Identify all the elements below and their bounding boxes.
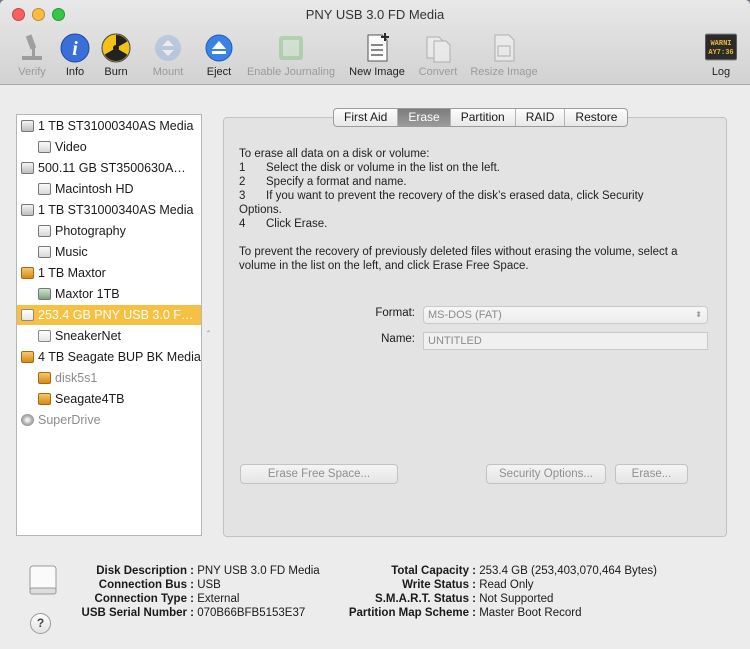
svg-text:AY7:36: AY7:36 <box>708 49 733 57</box>
svg-text:i: i <box>72 38 78 60</box>
volume-icon <box>38 225 51 237</box>
format-label: Format: <box>375 307 415 319</box>
eject-icon <box>203 32 235 64</box>
erase-button[interactable]: Erase... <box>615 464 688 484</box>
sidebar-item-volume[interactable]: Macintosh HD <box>17 179 201 199</box>
usb-drive-icon <box>28 562 58 598</box>
convert-button[interactable]: Convert <box>406 32 470 78</box>
info-row: Total Capacity : 253.4 GB (253,403,070,4… <box>391 565 657 577</box>
erase-step: 4 Click Erase. <box>239 218 328 230</box>
disk-utility-window: PNY USB 3.0 FD Media Verify i Info Burn … <box>0 0 750 649</box>
external-disk-icon <box>21 351 34 363</box>
info-row: Connection Bus : USB <box>98 579 221 591</box>
erase-step: 3 If you want to prevent the recovery of … <box>239 190 644 202</box>
info-row: Write Status : Read Only <box>402 579 534 591</box>
info-row: Disk Description : PNY USB 3.0 FD Media <box>96 565 320 577</box>
sidebar-item-disk[interactable]: 500.11 GB ST3500630A… <box>17 158 201 178</box>
erase-step: 2 Specify a format and name. <box>239 176 407 188</box>
mount-icon <box>152 32 184 64</box>
network-volume-icon <box>38 288 51 300</box>
help-button[interactable]: ? <box>30 613 51 634</box>
usb-volume-icon <box>38 330 51 342</box>
sidebar-item-volume[interactable]: Seagate4TB <box>17 389 201 409</box>
sidebar-item-volume[interactable]: Maxtor 1TB <box>17 284 201 304</box>
enable-journaling-button[interactable]: Enable Journaling <box>247 32 335 78</box>
log-button[interactable]: WARNI AY7:36 Log <box>689 32 750 78</box>
hard-disk-icon <box>21 120 34 132</box>
tab-partition[interactable]: Partition <box>451 109 516 126</box>
info-row: USB Serial Number : 070B66BFB5153E37 <box>81 607 306 619</box>
sidebar-item-volume[interactable]: Video <box>17 137 201 157</box>
sidebar-item-disk[interactable]: 1 TB ST31000340AS Media <box>17 116 201 136</box>
security-options-button[interactable]: Security Options... <box>486 464 606 484</box>
stepper-arrows-icon: ⬍ <box>695 310 702 319</box>
usb-drive-icon <box>21 309 34 321</box>
hard-disk-icon <box>21 204 34 216</box>
format-select[interactable]: MS-DOS (FAT) ⬍ <box>423 306 708 324</box>
resize-image-button[interactable]: Resize Image <box>470 32 538 78</box>
info-row: S.M.A.R.T. Status : Not Supported <box>375 593 554 605</box>
sidebar-item-disk[interactable]: 1 TB ST31000340AS Media <box>17 200 201 220</box>
convert-icon <box>422 32 454 64</box>
resize-image-icon <box>488 32 520 64</box>
hard-disk-icon <box>21 162 34 174</box>
disk-list-sidebar[interactable]: 1 TB ST31000340AS Media Video 500.11 GB … <box>16 114 202 536</box>
sidebar-item-volume[interactable]: Music <box>17 242 201 262</box>
splitter-handle[interactable]: ‸ <box>207 322 210 333</box>
free-space-text: volume in the list on the left, and clic… <box>239 260 529 272</box>
erase-step: 1 Select the disk or volume in the list o… <box>239 162 500 174</box>
svg-text:WARNI: WARNI <box>710 40 731 48</box>
volume-icon <box>38 246 51 258</box>
tab-first-aid[interactable]: First Aid <box>334 109 399 126</box>
tab-bar: First Aid Erase Partition RAID Restore <box>333 108 629 127</box>
sidebar-item-volume[interactable]: Photography <box>17 221 201 241</box>
sidebar-item-disk[interactable]: 1 TB Maxtor <box>17 263 201 283</box>
erase-intro: To erase all data on a disk or volume: <box>239 148 430 160</box>
new-image-button[interactable]: New Image <box>345 32 409 78</box>
tab-erase[interactable]: Erase <box>398 109 451 126</box>
journaling-icon <box>275 32 307 64</box>
sidebar-item-volume[interactable]: SneakerNet <box>17 326 201 346</box>
new-image-icon <box>361 32 393 64</box>
window-title: PNY USB 3.0 FD Media <box>305 7 445 22</box>
optical-drive-icon <box>21 414 34 426</box>
sidebar-item-disk-selected[interactable]: 253.4 GB PNY USB 3.0 F… <box>17 305 201 325</box>
sidebar-item-volume[interactable]: disk5s1 <box>17 368 201 388</box>
sidebar-item-disk[interactable]: 4 TB Seagate BUP BK Media <box>17 347 201 367</box>
title-toolbar: PNY USB 3.0 FD Media Verify i Info Burn … <box>0 0 750 85</box>
log-icon: WARNI AY7:36 <box>704 32 738 64</box>
tab-raid[interactable]: RAID <box>516 109 566 126</box>
external-disk-icon <box>21 267 34 279</box>
tab-restore[interactable]: Restore <box>565 109 627 126</box>
free-space-text: To prevent the recovery of previously de… <box>239 246 678 258</box>
name-label: Name: <box>381 333 415 345</box>
info-row: Partition Map Scheme : Master Boot Recor… <box>348 607 582 619</box>
name-input[interactable]: UNTITLED <box>423 332 708 350</box>
info-row: Connection Type : External <box>94 593 240 605</box>
sidebar-item-superdrive[interactable]: SuperDrive <box>17 410 201 430</box>
external-volume-icon <box>38 372 51 384</box>
radiation-icon <box>100 32 132 64</box>
erase-free-space-button[interactable]: Erase Free Space... <box>240 464 398 484</box>
erase-step-continued: Options. <box>239 204 282 216</box>
volume-icon <box>38 141 51 153</box>
volume-icon <box>38 183 51 195</box>
disk-info-area: ? Disk Description : PNY USB 3.0 FD Medi… <box>0 552 750 649</box>
external-volume-icon <box>38 393 51 405</box>
